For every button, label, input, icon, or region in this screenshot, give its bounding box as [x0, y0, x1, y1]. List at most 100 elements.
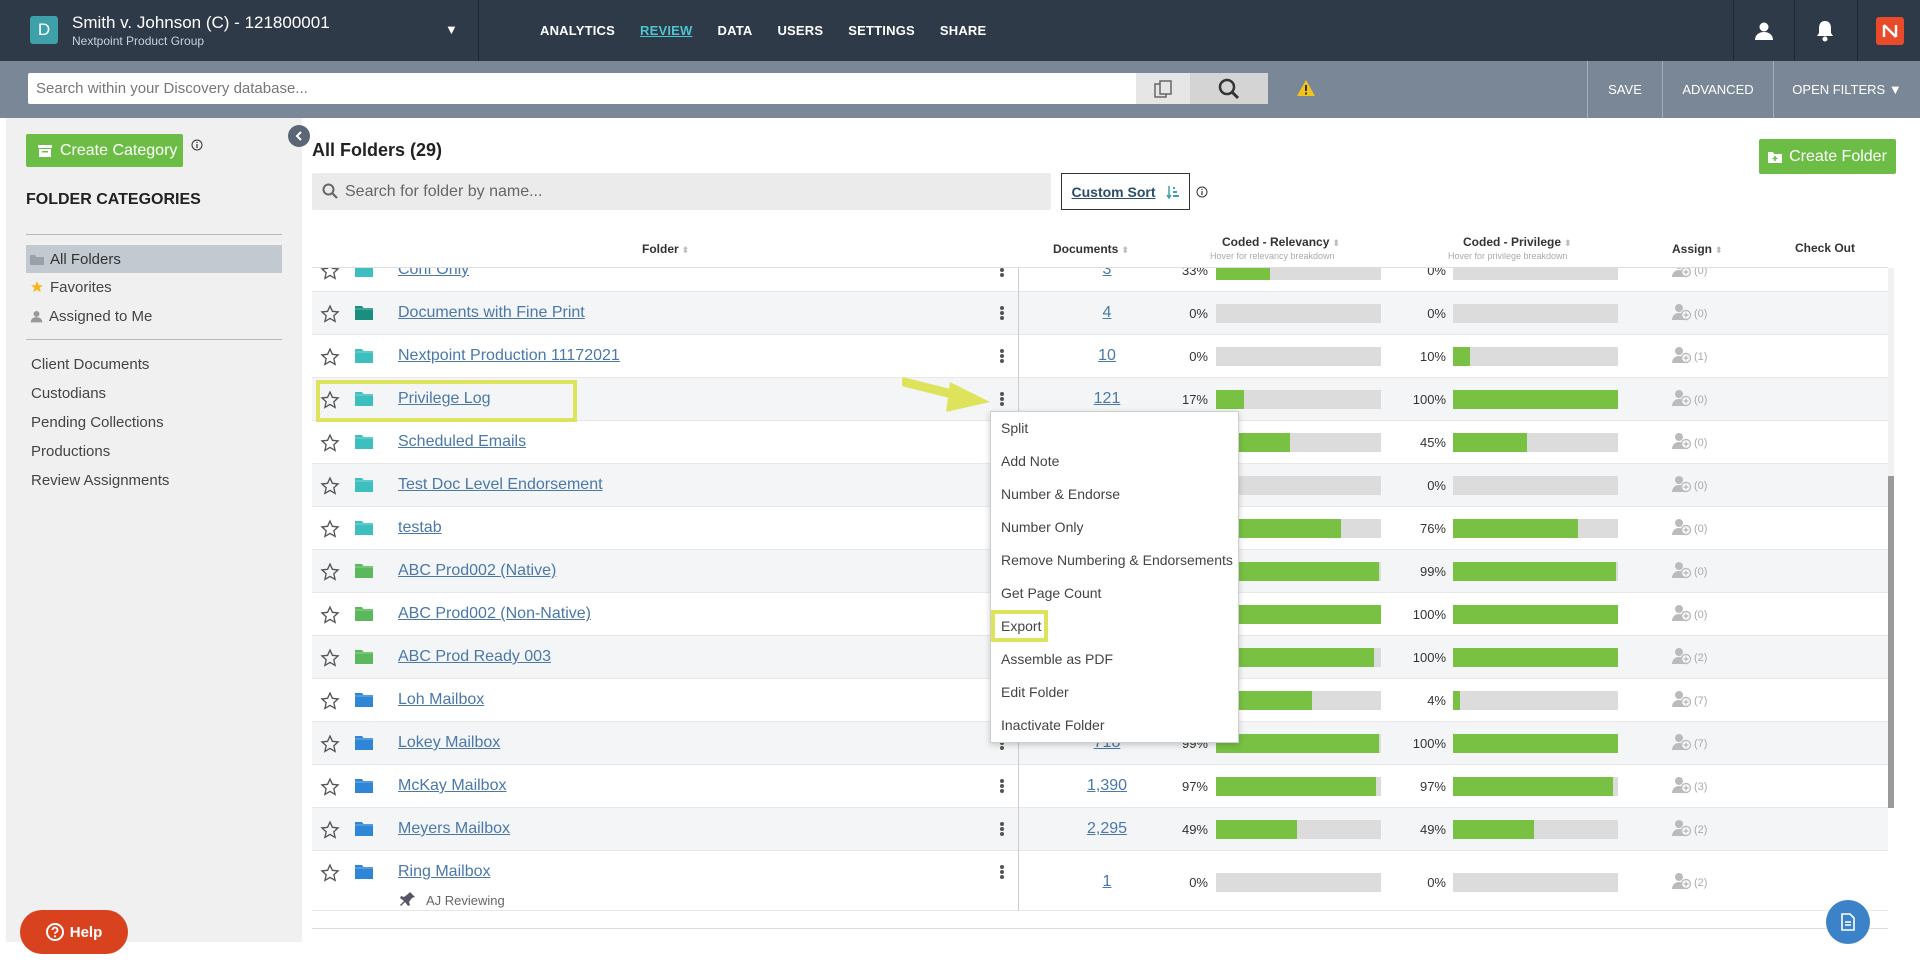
- save-search-button[interactable]: SAVE: [1587, 61, 1662, 118]
- advanced-search-button[interactable]: ADVANCED: [1662, 61, 1773, 118]
- open-filters-button[interactable]: OPEN FILTERS ▼: [1773, 61, 1920, 118]
- menu-review[interactable]: REVIEW: [640, 23, 692, 38]
- folder-name-link[interactable]: Nextpoint Production 11172021: [398, 347, 620, 365]
- favorite-star-icon[interactable]: [320, 648, 340, 673]
- assign-button[interactable]: (0): [1672, 475, 1707, 496]
- assign-button[interactable]: (1): [1672, 346, 1707, 367]
- favorite-star-icon[interactable]: [320, 304, 340, 329]
- privilege-bar[interactable]: [1453, 873, 1618, 892]
- help-button[interactable]: Help: [20, 910, 128, 954]
- search-icon[interactable]: [1190, 73, 1268, 104]
- folder-actions-kebab-icon[interactable]: [997, 389, 1007, 409]
- assign-button[interactable]: (0): [1672, 268, 1707, 281]
- header-folder[interactable]: Folder ⬍: [642, 242, 689, 256]
- folder-name-link[interactable]: Lokey Mailbox: [398, 734, 500, 752]
- folder-name-link[interactable]: McKay Mailbox: [398, 777, 506, 795]
- folder-actions-kebab-icon[interactable]: [997, 268, 1007, 280]
- assign-button[interactable]: (0): [1672, 389, 1707, 410]
- create-folder-button[interactable]: Create Folder: [1759, 139, 1896, 174]
- privilege-bar[interactable]: [1453, 390, 1618, 409]
- favorite-star-icon[interactable]: [320, 347, 340, 372]
- relevancy-bar[interactable]: [1216, 347, 1381, 366]
- relevancy-bar[interactable]: [1216, 433, 1381, 452]
- folder-name-link[interactable]: ABC Prod002 (Native): [398, 562, 556, 580]
- document-icon[interactable]: [1826, 900, 1870, 944]
- create-category-button[interactable]: Create Category: [26, 134, 183, 167]
- document-count-link[interactable]: 3: [1062, 268, 1152, 279]
- case-badge[interactable]: D: [30, 16, 58, 44]
- menu-data[interactable]: DATA: [717, 23, 752, 38]
- assign-button[interactable]: (0): [1672, 518, 1707, 539]
- menu-item-split[interactable]: Split: [1001, 420, 1028, 436]
- folder-actions-kebab-icon[interactable]: [997, 819, 1007, 839]
- relevancy-bar[interactable]: [1216, 268, 1381, 280]
- folder-name-link[interactable]: testab: [398, 519, 442, 537]
- favorite-star-icon[interactable]: [320, 519, 340, 544]
- folder-name-link[interactable]: Scheduled Emails: [398, 433, 526, 451]
- relevancy-bar[interactable]: [1216, 304, 1381, 323]
- sidebar-link-client-documents[interactable]: Client Documents: [31, 356, 149, 373]
- favorite-star-icon[interactable]: [320, 605, 340, 630]
- header-coded-privilege[interactable]: Coded - Privilege ⬍: [1463, 235, 1572, 249]
- relevancy-bar[interactable]: [1216, 605, 1381, 624]
- copy-icon[interactable]: [1136, 73, 1190, 104]
- privilege-bar[interactable]: [1453, 691, 1618, 710]
- relevancy-bar[interactable]: [1216, 519, 1381, 538]
- assign-button[interactable]: (0): [1672, 432, 1707, 453]
- folder-name-link[interactable]: Test Doc Level Endorsement: [398, 476, 603, 494]
- assign-button[interactable]: (0): [1672, 604, 1707, 625]
- category-favorites[interactable]: Favorites: [26, 273, 282, 301]
- relevancy-bar[interactable]: [1216, 777, 1381, 796]
- favorite-star-icon[interactable]: [320, 433, 340, 458]
- document-count-link[interactable]: 121: [1062, 390, 1152, 408]
- folder-name-link[interactable]: Loh Mailbox: [398, 691, 484, 709]
- folder-search-input[interactable]: [312, 173, 1051, 210]
- case-dropdown-icon[interactable]: ▼: [445, 22, 458, 37]
- menu-analytics[interactable]: ANALYTICS: [540, 23, 615, 38]
- document-count-link[interactable]: 10: [1062, 347, 1152, 365]
- relevancy-bar[interactable]: [1216, 691, 1381, 710]
- folder-actions-kebab-icon[interactable]: [997, 862, 1007, 882]
- assign-button[interactable]: (3): [1672, 776, 1707, 797]
- privilege-bar[interactable]: [1453, 605, 1618, 624]
- folder-name-link[interactable]: Meyers Mailbox: [398, 820, 510, 838]
- user-icon[interactable]: [1734, 0, 1794, 61]
- favorite-star-icon[interactable]: [320, 268, 340, 286]
- document-count-link[interactable]: 1,390: [1062, 777, 1152, 795]
- menu-item-assemble-pdf[interactable]: Assemble as PDF: [1001, 651, 1113, 667]
- header-coded-relevancy[interactable]: Coded - Relevancy ⬍: [1222, 235, 1340, 249]
- privilege-bar[interactable]: [1453, 476, 1618, 495]
- info-icon[interactable]: [1196, 185, 1208, 203]
- warning-icon[interactable]: [1296, 79, 1316, 102]
- sidebar-link-productions[interactable]: Productions: [31, 443, 110, 460]
- menu-item-remove-numbering[interactable]: Remove Numbering & Endorsements: [1001, 552, 1233, 568]
- menu-share[interactable]: SHARE: [940, 23, 987, 38]
- folder-name-link[interactable]: ABC Prod002 (Non-Native): [398, 605, 591, 623]
- folder-name-link[interactable]: Documents with Fine Print: [398, 304, 585, 322]
- favorite-star-icon[interactable]: [320, 562, 340, 587]
- sidebar-link-pending-collections[interactable]: Pending Collections: [31, 414, 164, 431]
- privilege-bar[interactable]: [1453, 433, 1618, 452]
- document-count-link[interactable]: 2,295: [1062, 820, 1152, 838]
- folder-name-link[interactable]: Ring Mailbox: [398, 863, 490, 881]
- assign-button[interactable]: (0): [1672, 561, 1707, 582]
- case-title[interactable]: Smith v. Johnson (C) - 121800001: [72, 13, 330, 33]
- menu-item-number-only[interactable]: Number Only: [1001, 519, 1083, 535]
- assign-button[interactable]: (7): [1672, 690, 1707, 711]
- header-documents[interactable]: Documents ⬍: [1053, 242, 1129, 256]
- document-count-link[interactable]: 1: [1062, 873, 1152, 891]
- assign-button[interactable]: (2): [1672, 647, 1707, 668]
- nextpoint-logo-icon[interactable]: [1860, 0, 1920, 61]
- assign-button[interactable]: (2): [1672, 872, 1707, 893]
- table-row[interactable]: Ring Mailbox 1 0% 0% (2) AJ Reviewing: [312, 851, 1888, 911]
- relevancy-bar[interactable]: [1216, 820, 1381, 839]
- privilege-bar[interactable]: [1453, 820, 1618, 839]
- privilege-bar[interactable]: [1453, 562, 1618, 581]
- category-all-folders[interactable]: All Folders: [26, 245, 282, 273]
- favorite-star-icon[interactable]: [320, 476, 340, 501]
- favorite-star-icon[interactable]: [320, 691, 340, 716]
- menu-item-inactivate-folder[interactable]: Inactivate Folder: [1001, 717, 1105, 733]
- header-assign[interactable]: Assign ⬍: [1672, 242, 1723, 256]
- privilege-bar[interactable]: [1453, 268, 1618, 280]
- relevancy-bar[interactable]: [1216, 476, 1381, 495]
